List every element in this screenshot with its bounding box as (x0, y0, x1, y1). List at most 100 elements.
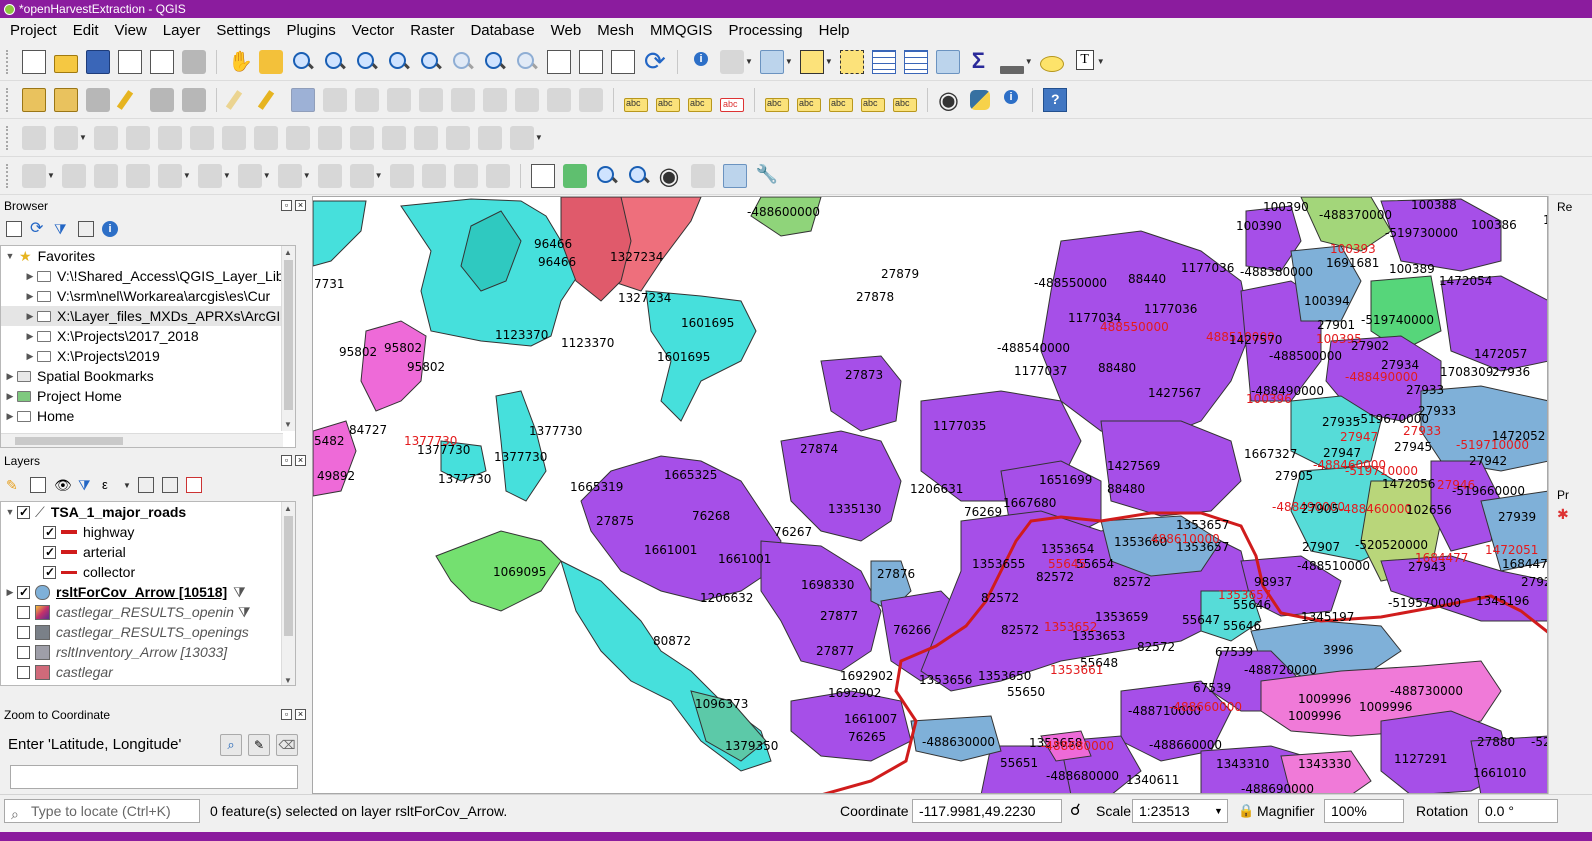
layer-visibility-checkbox[interactable] (17, 505, 30, 519)
chevron-down-icon[interactable]: ▼ (825, 57, 833, 66)
zoom-out-icon[interactable] (323, 50, 347, 74)
browser-item-folder[interactable]: ▶ X:\Projects\2017_2018 (1, 326, 295, 346)
rotate-label-icon[interactable] (861, 97, 885, 112)
float-panel-icon[interactable]: ▫ (281, 200, 292, 211)
digitize-icon[interactable] (118, 88, 142, 112)
chevron-down-icon[interactable]: ▼ (123, 481, 131, 490)
class-visibility-checkbox[interactable] (43, 525, 56, 539)
copy-features-icon[interactable] (483, 87, 507, 112)
copy-move-icon[interactable] (125, 163, 150, 188)
clear-coordinate-button[interactable]: ⌫ (276, 734, 298, 756)
zoom-search-plugin-icon[interactable] (595, 164, 619, 188)
layer-diagram-options-icon[interactable] (656, 97, 680, 112)
chevron-down-icon[interactable]: ▼ (79, 133, 87, 142)
layer-styling-icon[interactable]: ✎ (6, 477, 22, 493)
layer-visibility-checkbox[interactable] (17, 605, 30, 619)
rotation-field[interactable]: 0.0 ° (1478, 799, 1558, 823)
paste-features-icon[interactable] (515, 87, 539, 112)
style-manager-icon[interactable] (182, 49, 206, 74)
filter-icon[interactable]: ⧩ (54, 221, 70, 237)
select-features-icon[interactable] (759, 49, 784, 74)
menu-edit[interactable]: Edit (65, 19, 107, 43)
browser-item-folder[interactable]: ▶ V:\srm\nel\Workarea\arcgis\es\Cur (1, 286, 295, 306)
layer-row[interactable]: castlegar_RESULTS_openin ⧩ (1, 602, 295, 622)
menu-raster[interactable]: Raster (402, 19, 462, 43)
browser-item-folder[interactable]: ▶ X:\Projects\2019 (1, 346, 295, 366)
zoom-to-layer-icon[interactable] (419, 50, 443, 74)
layer-row[interactable]: castlegar_RESULTS_openings (1, 622, 295, 642)
layer-labeling-options-icon[interactable] (624, 97, 648, 112)
save-project-icon[interactable] (86, 49, 110, 74)
filter-expression-icon[interactable]: ε (102, 477, 118, 493)
toolbar-grip[interactable] (6, 49, 10, 74)
menu-project[interactable]: Project (2, 19, 65, 43)
change-label-icon[interactable] (893, 97, 917, 112)
rotate-point-symbols-icon[interactable] (509, 125, 534, 150)
add-part-icon[interactable] (93, 125, 118, 150)
chevron-down-icon[interactable]: ▼ (263, 171, 271, 180)
show-bookmarks-icon[interactable] (611, 49, 635, 74)
undo-icon[interactable] (547, 87, 571, 112)
layer-class-row[interactable]: highway (1, 522, 295, 542)
add-ring-icon[interactable] (54, 125, 78, 150)
chevron-right-icon[interactable]: ▶ (3, 406, 17, 426)
wrench-icon[interactable] (755, 164, 779, 188)
refresh-icon[interactable]: ⟳ (30, 221, 46, 237)
chevron-right-icon[interactable]: ▶ (23, 346, 37, 366)
qgis-network-icon[interactable] (938, 86, 962, 115)
lock-icon[interactable]: 🔒 (1238, 799, 1254, 823)
capture-coordinate-button[interactable]: ✎ (248, 734, 270, 756)
filter-legend-icon[interactable]: ⧩ (78, 477, 94, 493)
scale-feature-icon[interactable] (93, 163, 118, 188)
chevron-down-icon[interactable]: ▼ (47, 171, 55, 180)
add-feature-icon[interactable] (323, 87, 347, 112)
float-panel-icon[interactable]: ▫ (281, 709, 292, 720)
menu-processing[interactable]: Processing (720, 19, 810, 43)
statistical-summary-icon[interactable] (968, 48, 992, 74)
delete-part-icon[interactable] (189, 125, 214, 150)
browser-item-favorites[interactable]: ▼ ★ Favorites (1, 246, 295, 266)
magnifier-field[interactable]: 100% (1324, 799, 1404, 823)
browser-vertical-scrollbar[interactable]: ▲ ▼ (281, 246, 295, 431)
browser-item-folder-selected[interactable]: ▶ X:\Layer_files_MXDs_APRXs\ArcGIS (1, 306, 295, 326)
current-edits-icon[interactable] (227, 88, 251, 112)
new-temporary-layer-icon[interactable] (150, 87, 174, 112)
expand-all-icon[interactable] (137, 477, 154, 493)
menu-layer[interactable]: Layer (155, 19, 209, 43)
chevron-right-icon[interactable]: ▶ (3, 582, 17, 602)
text-annotation-icon[interactable] (1072, 49, 1096, 74)
offset-curve-icon[interactable] (253, 125, 278, 150)
vertex-tool-icon[interactable] (355, 87, 379, 112)
menu-help[interactable]: Help (811, 19, 858, 43)
layer-class-row[interactable]: collector (1, 562, 295, 582)
globe-plugin-icon[interactable] (659, 162, 683, 191)
simplify-icon[interactable] (349, 125, 374, 150)
browser-item-folder[interactable]: ▶ V:\!Shared_Access\QGIS_Layer_Lib (1, 266, 295, 286)
chevron-down-icon[interactable]: ▼ (3, 246, 17, 266)
python-console-icon[interactable] (970, 89, 990, 110)
move-feature-icon[interactable] (22, 163, 46, 188)
zoom-full-icon[interactable] (355, 50, 379, 74)
toggle-extents-icon[interactable]: ☌ (1070, 799, 1081, 823)
split-line-icon[interactable] (453, 163, 478, 188)
refresh-icon[interactable] (643, 47, 667, 75)
browser-item-home[interactable]: ▶ Home (1, 406, 295, 426)
chevron-down-icon[interactable]: ▼ (303, 171, 311, 180)
layer-row[interactable]: rsltInventory_Arrow [13033] (1, 642, 295, 662)
chevron-down-icon[interactable]: ▼ (535, 133, 543, 142)
split-features-icon[interactable] (381, 125, 406, 150)
float-panel-icon[interactable]: ▫ (281, 455, 292, 466)
browser-horizontal-scrollbar[interactable] (1, 433, 283, 447)
reverse-line-icon[interactable] (285, 125, 310, 150)
layer-group-row[interactable]: ▼⟋TSA_1_major_roads (1, 502, 295, 522)
data-source-manager-icon[interactable] (22, 87, 46, 112)
add-selected-layers-icon[interactable] (6, 221, 22, 237)
menu-vector[interactable]: Vector (344, 19, 403, 43)
vertex-editor-icon[interactable] (349, 163, 374, 188)
show-hide-labels-icon[interactable] (797, 97, 821, 112)
chevron-right-icon[interactable]: ▶ (23, 306, 37, 326)
coordinate-input[interactable] (10, 765, 298, 789)
layer-visibility-checkbox[interactable] (17, 625, 30, 639)
layers-vertical-scrollbar[interactable]: ▲ ▼ (281, 502, 295, 685)
attribute-table-icon[interactable] (871, 49, 896, 74)
